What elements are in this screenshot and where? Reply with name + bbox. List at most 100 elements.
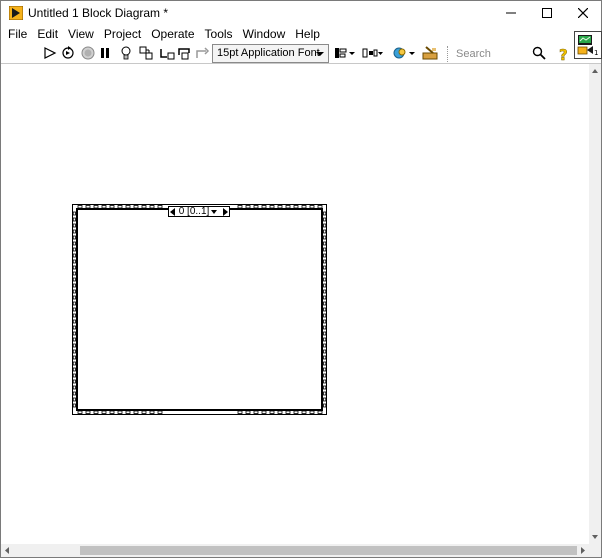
clean-up-diagram-icon[interactable] (421, 45, 441, 61)
film-sprocket-hole (261, 410, 267, 414)
film-sprocket-hole (85, 205, 91, 209)
film-sprocket-hole (323, 361, 327, 366)
film-sprocket-hole (323, 379, 327, 384)
film-sprocket-hole (72, 259, 76, 264)
scroll-right-icon (581, 547, 585, 554)
maximize-button[interactable] (529, 1, 565, 25)
film-sprocket-hole (237, 205, 243, 209)
film-sprocket-hole (72, 265, 76, 270)
film-sprocket-hole (323, 211, 327, 216)
film-sprocket-hole (301, 205, 307, 209)
toolbar-separator (447, 46, 448, 62)
film-sprocket-hole (301, 410, 307, 414)
menu-operate[interactable]: Operate (146, 25, 199, 43)
film-sprocket-hole (72, 247, 76, 252)
step-over-icon[interactable] (177, 45, 193, 61)
stacked-sequence-structure[interactable]: 0 [0..1] (72, 204, 327, 415)
menu-project[interactable]: Project (99, 25, 146, 43)
menu-file[interactable]: File (3, 25, 32, 43)
retain-wire-values-icon[interactable] (138, 45, 154, 61)
film-sprocket-hole (72, 349, 76, 354)
run-arrow-icon[interactable] (42, 45, 58, 61)
menu-edit[interactable]: Edit (32, 25, 63, 43)
film-sprocket-hole (323, 355, 327, 360)
film-sprocket-hole (323, 217, 327, 222)
window-title: Untitled 1 Block Diagram * (28, 6, 169, 20)
film-sprocket-hole (149, 205, 155, 209)
film-sprocket-hole (109, 410, 115, 414)
film-sprocket-hole (72, 307, 76, 312)
decrement-frame-icon[interactable] (169, 207, 177, 216)
menu-window[interactable]: Window (238, 25, 291, 43)
menu-tools[interactable]: Tools (200, 25, 238, 43)
film-sprocket-hole (93, 410, 99, 414)
svg-text:?: ? (559, 46, 568, 62)
film-sprocket-hole (323, 271, 327, 276)
film-sprocket-hole (323, 283, 327, 288)
film-sprocket-hole (72, 331, 76, 336)
align-objects-icon[interactable] (334, 45, 356, 61)
highlight-execution-icon[interactable] (118, 45, 134, 61)
step-out-icon[interactable] (194, 45, 210, 61)
film-sprocket-hole (323, 373, 327, 378)
minimize-button[interactable] (493, 1, 529, 25)
distribute-objects-icon[interactable] (362, 45, 384, 61)
film-sprocket-hole (269, 410, 275, 414)
film-sprocket-hole (293, 205, 299, 209)
toolbar: 15pt Application Font ? (1, 43, 573, 64)
film-sprocket-hole (285, 205, 291, 209)
film-sprocket-hole (323, 277, 327, 282)
film-sprocket-hole (285, 410, 291, 414)
film-sprocket-hole (277, 205, 283, 209)
menu-help[interactable]: Help (290, 25, 325, 43)
film-sprocket-hole (323, 403, 327, 408)
film-sprocket-hole (317, 205, 323, 209)
film-sprocket-hole (72, 271, 76, 276)
film-sprocket-hole (157, 410, 163, 414)
horizontal-scroll-thumb[interactable] (80, 546, 577, 555)
film-sprocket-hole (101, 410, 107, 414)
film-sprocket-hole (72, 337, 76, 342)
film-sprocket-hole (309, 410, 315, 414)
film-sprocket-hole (317, 410, 323, 414)
film-sprocket-hole (125, 205, 131, 209)
film-sprocket-hole (93, 205, 99, 209)
pause-icon[interactable] (97, 45, 113, 61)
film-sprocket-hole (72, 403, 76, 408)
film-sprocket-hole (323, 331, 327, 336)
film-sprocket-hole (141, 410, 147, 414)
text-settings-dropdown[interactable]: 15pt Application Font (212, 44, 329, 63)
abort-execution-icon[interactable] (80, 45, 96, 61)
vertical-scrollbar[interactable] (589, 64, 601, 544)
frame-selector[interactable]: 0 [0..1] (168, 206, 230, 217)
frame-menu-chevron-icon[interactable] (211, 209, 217, 214)
menu-view[interactable]: View (63, 25, 99, 43)
labview-app-icon (8, 5, 24, 21)
film-sprocket-hole (323, 229, 327, 234)
block-diagram-canvas[interactable]: 0 [0..1] (1, 64, 589, 544)
run-continuously-icon[interactable] (60, 45, 76, 61)
film-sprocket-hole (323, 337, 327, 342)
reorder-objects-icon[interactable] (392, 45, 416, 61)
film-sprocket-hole (72, 229, 76, 234)
film-sprocket-hole (77, 410, 83, 414)
step-into-icon[interactable] (159, 45, 175, 61)
film-sprocket-hole (101, 205, 107, 209)
film-sprocket-hole (133, 205, 139, 209)
increment-frame-icon[interactable] (221, 207, 229, 216)
film-sprocket-hole (269, 205, 275, 209)
menu-bar: File Edit View Project Operate Tools Win… (1, 25, 573, 43)
film-sprocket-hole (237, 410, 243, 414)
title-bar[interactable]: Untitled 1 Block Diagram * (1, 1, 601, 25)
film-sprocket-hole (323, 307, 327, 312)
horizontal-scrollbar[interactable] (1, 544, 589, 557)
vi-icon[interactable]: 1 (574, 31, 602, 59)
close-button[interactable] (565, 1, 601, 25)
film-sprocket-hole (323, 349, 327, 354)
film-sprocket-hole (277, 410, 283, 414)
film-sprocket-hole (85, 410, 91, 414)
film-sprocket-hole (72, 325, 76, 330)
svg-text:1: 1 (594, 49, 598, 57)
film-sprocket-hole (72, 217, 76, 222)
search-icon[interactable] (532, 46, 546, 63)
